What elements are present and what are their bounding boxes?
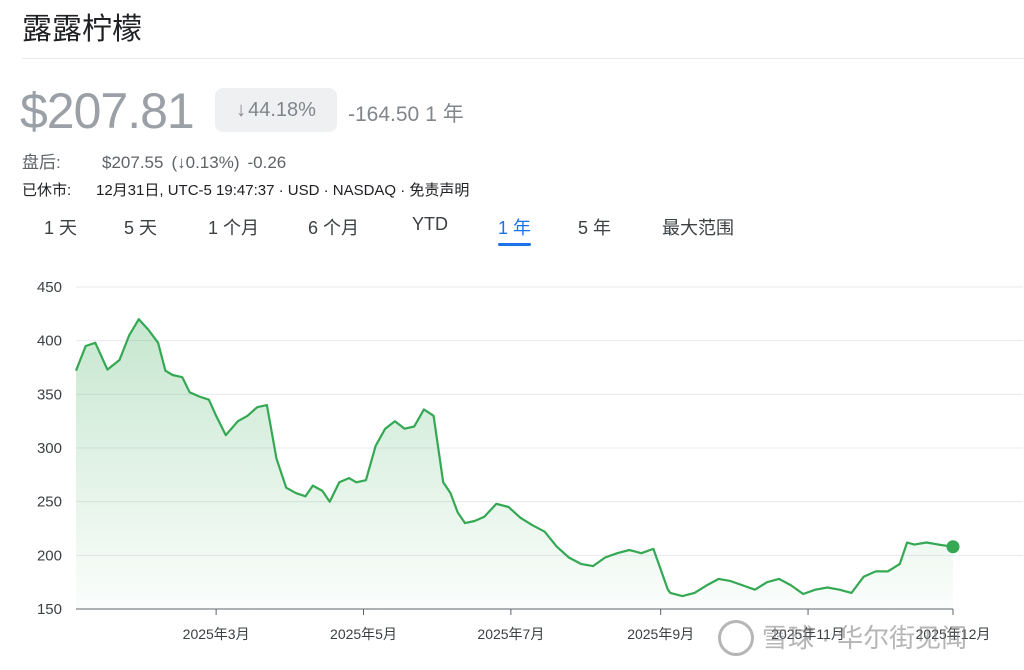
watermark-logo-icon <box>718 620 754 657</box>
watermark-text: 雪球 · 华尔街见闻 <box>762 623 968 653</box>
y-tick-label: 400 <box>37 333 62 350</box>
y-tick-label: 150 <box>37 601 62 618</box>
x-tick-label: 2025年5月 <box>330 626 397 642</box>
change-percent-value: 44.18% <box>248 98 316 121</box>
page-title: 露露柠檬 <box>22 12 142 47</box>
y-tick-label: 450 <box>37 279 62 296</box>
y-tick-label: 300 <box>37 440 62 457</box>
watermark: 雪球 · 华尔街见闻 <box>718 618 967 658</box>
after-hours-change-percent: (↓0.13%) <box>171 153 240 172</box>
last-price-marker <box>946 540 960 554</box>
after-hours-label: 盘后: <box>22 153 61 172</box>
change-period: 1 年 <box>425 103 464 126</box>
arrow-down-icon: ↓ <box>236 98 247 121</box>
tab-max[interactable]: 最大范围 <box>662 214 734 240</box>
market-status-row: 已休市: 12月31日, UTC-5 19:47:37 · USD · NASDA… <box>22 179 469 200</box>
tab-1-month[interactable]: 1 个月 <box>208 214 259 240</box>
market-status-label: 已休市: <box>22 182 72 199</box>
after-hours-change-abs: -0.26 <box>247 153 287 172</box>
after-hours-price: $207.55 <box>102 153 164 172</box>
change-absolute: -164.50 <box>348 103 420 126</box>
tab-ytd[interactable]: YTD <box>412 214 448 235</box>
y-tick-label: 350 <box>37 386 62 403</box>
y-tick-label: 200 <box>37 547 62 564</box>
x-tick-label: 2025年7月 <box>477 626 544 642</box>
price-chart[interactable]: 150 200 250 300 350 400 450 2025年3月 2025年5月 2025年… <box>0 266 1024 670</box>
change-percent-badge: ↓ 44.18% <box>215 88 337 132</box>
tab-6-months[interactable]: 6 个月 <box>308 214 359 240</box>
current-price: $207.81 <box>20 83 195 139</box>
tab-5-years[interactable]: 5 年 <box>578 214 611 240</box>
after-hours-row: 盘后: $207.55 (↓0.13%) -0.26 <box>22 148 294 173</box>
tab-1-day[interactable]: 1 天 <box>44 214 77 240</box>
tab-5-days[interactable]: 5 天 <box>124 214 157 240</box>
tab-1-year[interactable]: 1 年 <box>498 214 532 246</box>
change-summary: -164.50 1 年 <box>348 98 464 128</box>
header-divider <box>22 58 1024 59</box>
x-tick-label: 2025年9月 <box>627 626 694 642</box>
series-area-fill <box>76 319 953 609</box>
y-tick-label: 250 <box>37 494 62 511</box>
x-tick-label: 2025年3月 <box>183 626 250 642</box>
market-status-text: 12月31日, UTC-5 19:47:37 · USD · NASDAQ · … <box>96 182 470 199</box>
